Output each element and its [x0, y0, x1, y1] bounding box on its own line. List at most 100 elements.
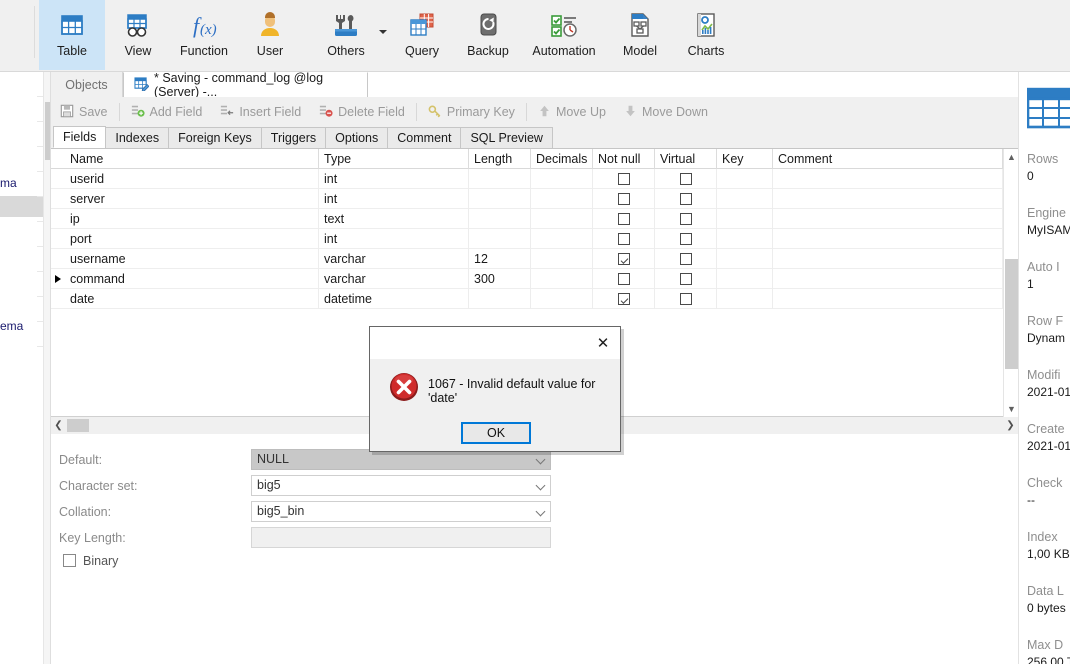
virtual-checkbox[interactable] — [680, 193, 692, 205]
grid-cell-length[interactable] — [469, 229, 531, 249]
grid-cell-comment[interactable] — [773, 289, 1003, 309]
grid-cell-decimals[interactable] — [531, 289, 593, 309]
grid-cell-virtual[interactable] — [655, 229, 717, 249]
primary-key-button[interactable]: Primary Key — [419, 97, 524, 127]
grid-cell-not-null[interactable] — [593, 269, 655, 289]
virtual-checkbox[interactable] — [680, 273, 692, 285]
tab-objects[interactable]: Objects — [51, 72, 123, 97]
ribbon-button-backup[interactable]: Backup — [455, 0, 521, 70]
grid-vscroll-thumb[interactable] — [1005, 259, 1018, 369]
grid-cell-key[interactable] — [717, 249, 773, 269]
grid-cell-name[interactable]: server — [65, 189, 319, 209]
chevron-down-icon[interactable] — [536, 455, 546, 465]
key-length-input[interactable] — [251, 527, 551, 548]
move-down-button[interactable]: Move Down — [615, 97, 717, 127]
grid-cell-comment[interactable] — [773, 249, 1003, 269]
grid-cell-length[interactable] — [469, 169, 531, 189]
grid-cell-type[interactable]: int — [319, 189, 469, 209]
virtual-checkbox[interactable] — [680, 293, 692, 305]
table-row[interactable]: datedatetime — [51, 289, 1003, 309]
ribbon-button-query[interactable]: Query — [389, 0, 455, 70]
grid-cell-name[interactable]: date — [65, 289, 319, 309]
ribbon-button-model[interactable]: Model — [607, 0, 673, 70]
insert-field-button[interactable]: Insert Field — [211, 97, 310, 127]
grid-cell-virtual[interactable] — [655, 209, 717, 229]
grid-cell-type[interactable]: text — [319, 209, 469, 229]
grid-cell-not-null[interactable] — [593, 169, 655, 189]
grid-cell-name[interactable]: port — [65, 229, 319, 249]
grid-cell-not-null[interactable] — [593, 289, 655, 309]
not-null-checkbox[interactable] — [618, 193, 630, 205]
grid-cell-key[interactable] — [717, 229, 773, 249]
scroll-right-arrow-icon[interactable]: ❯ — [1003, 417, 1018, 434]
binary-checkbox[interactable] — [63, 554, 76, 567]
ribbon-button-user[interactable]: User — [237, 0, 303, 70]
grid-column-header-type[interactable]: Type — [319, 149, 469, 169]
grid-cell-not-null[interactable] — [593, 249, 655, 269]
grid-cell-name[interactable]: username — [65, 249, 319, 269]
sidebar-scrollbar[interactable] — [43, 72, 50, 664]
grid-column-header-virtual[interactable]: Virtual — [655, 149, 717, 169]
not-null-checkbox[interactable] — [618, 233, 630, 245]
grid-cell-virtual[interactable] — [655, 269, 717, 289]
subtab-foreign-keys[interactable]: Foreign Keys — [168, 127, 262, 148]
grid-cell-not-null[interactable] — [593, 189, 655, 209]
charset-combobox[interactable]: big5 — [251, 475, 551, 496]
grid-cell-comment[interactable] — [773, 229, 1003, 249]
delete-field-button[interactable]: Delete Field — [310, 97, 414, 127]
grid-column-header-name[interactable]: Name — [65, 149, 319, 169]
collation-combobox[interactable]: big5_bin — [251, 501, 551, 522]
grid-cell-comment[interactable] — [773, 189, 1003, 209]
table-row[interactable]: portint — [51, 229, 1003, 249]
virtual-checkbox[interactable] — [680, 213, 692, 225]
subtab-fields[interactable]: Fields — [53, 126, 106, 148]
grid-cell-key[interactable] — [717, 189, 773, 209]
grid-cell-type[interactable]: int — [319, 229, 469, 249]
not-null-checkbox[interactable] — [618, 293, 630, 305]
ribbon-button-table[interactable]: Table — [39, 0, 105, 70]
subtab-options[interactable]: Options — [325, 127, 388, 148]
sidebar-scrollbar-thumb[interactable] — [45, 102, 50, 160]
subtab-indexes[interactable]: Indexes — [105, 127, 169, 148]
grid-cell-not-null[interactable] — [593, 229, 655, 249]
grid-cell-virtual[interactable] — [655, 289, 717, 309]
grid-cell-name[interactable]: userid — [65, 169, 319, 189]
ribbon-button-function[interactable]: f (x) Function — [171, 0, 237, 70]
chevron-down-icon[interactable] — [379, 30, 387, 34]
table-row[interactable]: commandvarchar300 — [51, 269, 1003, 289]
grid-cell-length[interactable] — [469, 189, 531, 209]
ribbon-button-view[interactable]: View — [105, 0, 171, 70]
not-null-checkbox[interactable] — [618, 213, 630, 225]
grid-column-header-not-null[interactable]: Not null — [593, 149, 655, 169]
grid-cell-virtual[interactable] — [655, 169, 717, 189]
not-null-checkbox[interactable] — [618, 273, 630, 285]
grid-cell-type[interactable]: varchar — [319, 269, 469, 289]
move-up-button[interactable]: Move Up — [529, 97, 615, 127]
subtab-triggers[interactable]: Triggers — [261, 127, 326, 148]
tree-item-partial-1[interactable]: ma — [0, 176, 44, 190]
grid-column-header-key[interactable]: Key — [717, 149, 773, 169]
grid-cell-key[interactable] — [717, 209, 773, 229]
grid-column-header-decimals[interactable]: Decimals — [531, 149, 593, 169]
virtual-checkbox[interactable] — [680, 233, 692, 245]
table-row[interactable]: useridint — [51, 169, 1003, 189]
grid-cell-comment[interactable] — [773, 209, 1003, 229]
grid-cell-key[interactable] — [717, 289, 773, 309]
grid-cell-comment[interactable] — [773, 169, 1003, 189]
grid-cell-length[interactable]: 300 — [469, 269, 531, 289]
grid-column-header-length[interactable]: Length — [469, 149, 531, 169]
grid-cell-name[interactable]: ip — [65, 209, 319, 229]
not-null-checkbox[interactable] — [618, 253, 630, 265]
subtab-comment[interactable]: Comment — [387, 127, 461, 148]
virtual-checkbox[interactable] — [680, 253, 692, 265]
scroll-up-arrow-icon[interactable]: ▲ — [1004, 149, 1019, 165]
grid-cell-decimals[interactable] — [531, 169, 593, 189]
grid-cell-key[interactable] — [717, 169, 773, 189]
scroll-left-arrow-icon[interactable]: ❮ — [51, 417, 66, 434]
grid-cell-decimals[interactable] — [531, 189, 593, 209]
scroll-down-arrow-icon[interactable]: ▼ — [1004, 401, 1019, 417]
close-icon[interactable]: ✕ — [592, 332, 614, 354]
tab-table-designer[interactable]: * Saving - command_log @log (Server) -..… — [123, 72, 368, 97]
subtab-sql-preview[interactable]: SQL Preview — [460, 127, 552, 148]
grid-cell-decimals[interactable] — [531, 229, 593, 249]
